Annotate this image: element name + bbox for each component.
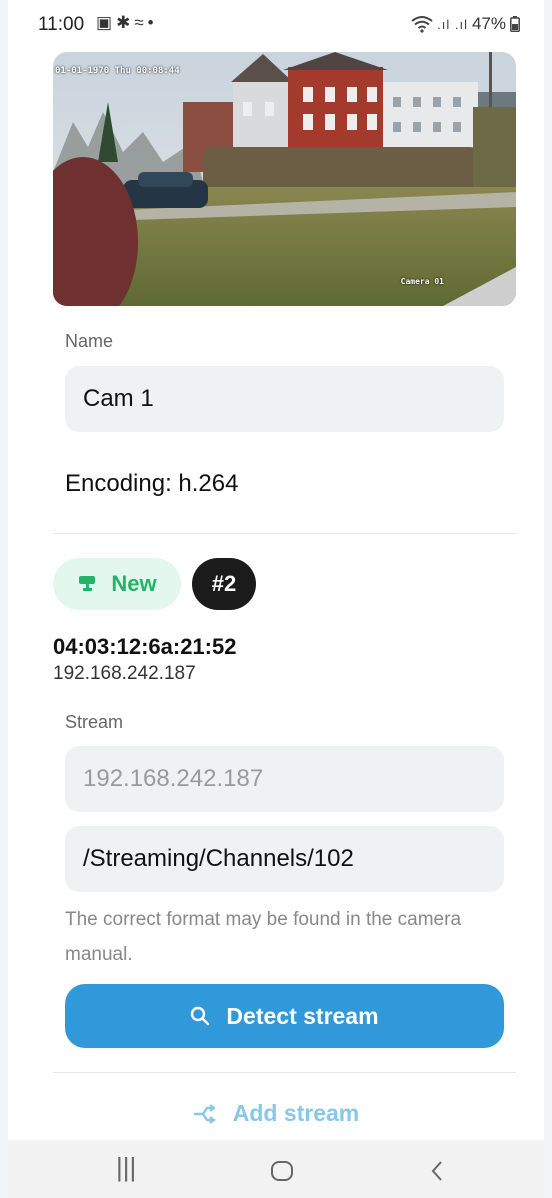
- image-icon: ▣: [96, 13, 117, 32]
- home-icon[interactable]: [270, 1160, 294, 1182]
- divider: [53, 533, 516, 534]
- system-nav-bar: |||: [8, 1140, 544, 1198]
- signal-icon: .ıl .ıl: [437, 16, 468, 32]
- status-badge: New: [53, 558, 181, 610]
- app-screen: 11:00 ▣✱≈• .ıl .ıl 47% 01-01-1970 Thu 00…: [8, 0, 544, 1198]
- recents-icon[interactable]: |||: [116, 1152, 136, 1183]
- stream-help-text: The correct format may be found in the c…: [65, 909, 462, 965]
- stream-path-input[interactable]: /Streaming/Channels/102: [65, 826, 504, 892]
- add-stream-label: Add stream: [232, 1100, 360, 1126]
- notification-icons: ▣✱≈•: [96, 13, 158, 33]
- overlay-camera-label: Camera 01: [400, 277, 444, 286]
- mac-address: 04:03:12:6a:21:52: [53, 634, 237, 659]
- divider: [53, 1072, 516, 1073]
- number-badge-label: #2: [211, 571, 237, 596]
- name-label: Name: [65, 331, 114, 351]
- back-icon[interactable]: [430, 1160, 444, 1182]
- ip-address: 192.168.242.187: [53, 663, 196, 684]
- wifi-icon: [411, 16, 433, 33]
- status-right: .ıl .ıl 47%: [411, 14, 520, 34]
- detect-stream-label: Detect stream: [226, 1002, 379, 1029]
- stream-host-input[interactable]: 192.168.242.187: [65, 746, 504, 812]
- dot-icon: •: [147, 13, 158, 32]
- stream-host-placeholder: 192.168.242.187: [83, 765, 264, 792]
- add-stream-button[interactable]: Add stream: [8, 1100, 544, 1127]
- camera-icon: [79, 576, 96, 591]
- wind-icon: ≈: [134, 13, 148, 32]
- add-stream-icon: [193, 1103, 216, 1124]
- status-time: 11:00: [38, 14, 85, 35]
- status-bar: 11:00 ▣✱≈• .ıl .ıl 47%: [8, 0, 544, 50]
- detect-stream-button[interactable]: Detect stream: [65, 984, 504, 1048]
- overlay-timestamp: 01-01-1970 Thu 00:08:44: [55, 66, 180, 76]
- battery-level: 47%: [471, 14, 506, 33]
- search-icon: [191, 1006, 210, 1026]
- stream-label: Stream: [65, 712, 124, 732]
- battery-icon: [510, 16, 520, 32]
- name-input-value: Cam 1: [83, 385, 154, 412]
- gear-icon: ✱: [116, 13, 135, 32]
- camera-snapshot: [53, 52, 516, 306]
- stream-path-value: /Streaming/Channels/102: [83, 845, 354, 872]
- camera-preview[interactable]: 01-01-1970 Thu 00:08:44 Camera 01: [53, 52, 516, 306]
- status-badge-label: New: [111, 571, 157, 596]
- encoding-text: Encoding: h.264: [65, 470, 239, 497]
- number-badge: #2: [192, 558, 256, 610]
- name-input[interactable]: Cam 1: [65, 366, 504, 432]
